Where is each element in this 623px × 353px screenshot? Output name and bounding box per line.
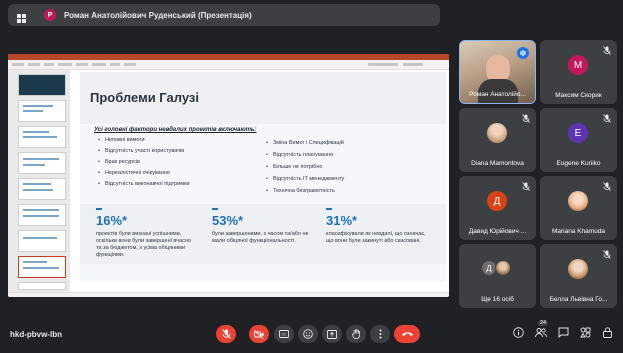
participant-photo xyxy=(568,259,588,279)
mic-toggle-button[interactable] xyxy=(216,325,236,343)
meeting-code: hkd-pbvw-lbn xyxy=(10,330,62,339)
participant-name: Роман Анатолійо... xyxy=(469,91,526,98)
end-call-icon xyxy=(401,332,413,336)
mic-off-icon xyxy=(522,182,530,191)
stat-text: класифікували як невдалі, що означає, що… xyxy=(326,231,426,244)
mic-off-icon xyxy=(603,114,611,123)
participant-name: Максим Скорик xyxy=(555,92,602,99)
stat-text: були завершеними, з часом та/або не мали… xyxy=(212,231,309,244)
participant-name: Diana Mamontova xyxy=(471,160,524,167)
raise-hand-icon xyxy=(351,329,360,339)
activities-icon[interactable] xyxy=(580,327,591,338)
slide-thumb[interactable] xyxy=(18,282,66,290)
participant-photo xyxy=(568,191,588,211)
participant-tile[interactable]: Белла Львівна Го... xyxy=(540,244,617,308)
emoji-button[interactable] xyxy=(298,325,318,343)
participant-name: Eugene Kuriiko xyxy=(556,160,601,167)
slide-intro: Усі головні фактори невдалих проектів вк… xyxy=(94,127,257,133)
slide-thumb[interactable] xyxy=(18,74,66,96)
svg-text:CC: CC xyxy=(281,333,287,337)
stat-value: 16%* xyxy=(96,213,128,228)
captions-button[interactable]: CC xyxy=(274,325,294,343)
participant-tile-overflow[interactable]: Д Ще 16 осіб xyxy=(459,244,536,308)
participant-avatar: M xyxy=(568,55,588,75)
participant-tile[interactable]: M Максим Скорик xyxy=(540,40,617,104)
bullet: Зміна Вимог і Специфікацій xyxy=(266,140,344,146)
participant-tile[interactable]: Mariana Khamuda xyxy=(540,176,617,240)
slide-thumbnails[interactable] xyxy=(8,70,70,292)
mic-off-icon xyxy=(603,182,611,191)
presenter-label: Роман Анатолійович Руденський (Презентац… xyxy=(64,10,252,20)
present-icon xyxy=(327,329,337,339)
mic-off-icon xyxy=(522,114,530,123)
mic-off-icon xyxy=(221,329,231,339)
bullet: Технічна безграмотність xyxy=(266,188,335,194)
stat-accent xyxy=(96,208,102,210)
chat-icon[interactable] xyxy=(558,327,569,338)
bullet: Нереалістичні очікування xyxy=(98,170,170,176)
people-icon[interactable] xyxy=(535,327,547,338)
present-button[interactable] xyxy=(322,325,342,343)
layout-icon xyxy=(17,14,26,23)
mic-off-icon xyxy=(603,46,611,55)
slide-thumb-selected[interactable] xyxy=(18,256,66,278)
slide-thumb[interactable] xyxy=(18,126,66,148)
participant-count-badge: 24 xyxy=(538,320,549,326)
stat-value: 31%* xyxy=(326,213,358,228)
participant-name: Давид Юрійович ... xyxy=(468,228,527,235)
presenter-bar[interactable]: Р Роман Анатолійович Руденський (Презент… xyxy=(8,4,440,26)
stat-accent xyxy=(212,208,218,210)
participant-tile[interactable]: Роман Анатолійо... xyxy=(459,40,536,104)
bullet: Неповні вимоги xyxy=(98,137,145,143)
ppt-ribbon xyxy=(8,60,449,70)
stat-accent xyxy=(326,208,332,210)
participant-tile[interactable]: Diana Mamontova xyxy=(459,108,536,172)
slide: Проблеми Галузі Усі головні фактори невд… xyxy=(80,72,446,282)
participant-name: Mariana Khamuda xyxy=(551,228,606,235)
bullet: Відсутність виконавчої підтримки xyxy=(98,181,190,187)
participant-tile[interactable]: Д Давид Юрійович ... xyxy=(459,176,536,240)
slide-thumb[interactable] xyxy=(18,152,66,174)
participant-name: Белла Львівна Го... xyxy=(549,296,608,303)
speaking-icon xyxy=(517,47,529,59)
participant-photo xyxy=(487,123,507,143)
bullet: Відсутність участі користувачів xyxy=(98,148,184,154)
slide-title: Проблеми Галузі xyxy=(90,90,199,105)
captions-icon: CC xyxy=(279,330,289,338)
participant-avatar: E xyxy=(568,123,588,143)
participant-photo xyxy=(495,260,511,276)
end-call-button[interactable] xyxy=(394,325,420,343)
bullet: Брак ресурсів xyxy=(98,159,140,165)
more-options-button[interactable] xyxy=(370,325,390,343)
shared-screen: Проблеми Галузі Усі головні фактори невд… xyxy=(8,54,449,297)
emoji-icon xyxy=(303,329,313,339)
more-options-icon xyxy=(379,329,381,339)
ppt-statusbar xyxy=(8,292,449,297)
bullet: Відсутність планування xyxy=(266,152,333,158)
participant-avatar: Д xyxy=(487,191,507,211)
stat-value: 53%* xyxy=(212,213,244,228)
participant-tile[interactable]: E Eugene Kuriiko xyxy=(540,108,617,172)
camera-toggle-button[interactable] xyxy=(249,325,269,343)
bullet: Відсутність ІТ менеджменту xyxy=(266,176,344,182)
camera-off-icon xyxy=(254,329,264,339)
bullet: Більше не потрібно xyxy=(266,164,323,170)
slide-thumb[interactable] xyxy=(18,100,66,122)
host-controls-icon[interactable] xyxy=(602,327,613,338)
slide-thumb[interactable] xyxy=(18,178,66,200)
participant-name: Ще 16 осіб xyxy=(481,296,514,303)
mic-off-icon xyxy=(603,250,611,259)
stat-text: проектів були визнані успішними, оскільк… xyxy=(96,231,191,258)
presenter-avatar: Р xyxy=(44,9,56,21)
slide-thumb[interactable] xyxy=(18,230,66,252)
slide-thumb[interactable] xyxy=(18,204,66,226)
info-icon[interactable] xyxy=(513,327,524,338)
raise-hand-button[interactable] xyxy=(346,325,366,343)
